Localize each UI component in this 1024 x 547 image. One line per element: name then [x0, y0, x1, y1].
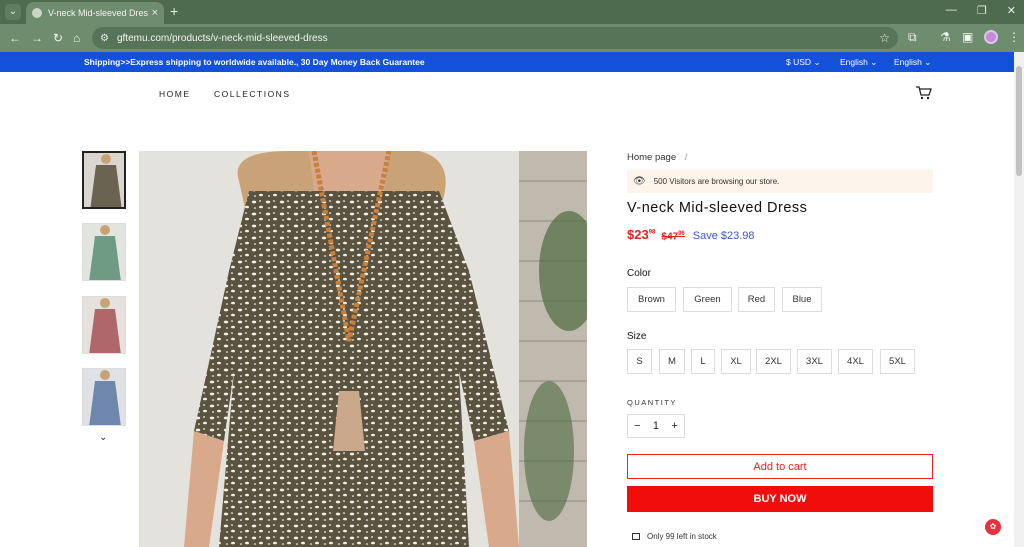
size-option-xl[interactable]: XL [721, 349, 751, 374]
language-selector-2[interactable]: English ⌄ [894, 57, 931, 68]
color-option-green[interactable]: Green [683, 287, 732, 312]
home-icon[interactable]: ⌂ [73, 31, 80, 45]
size-option-2xl[interactable]: 2XL [756, 349, 791, 374]
breadcrumb-separator: / [684, 152, 688, 163]
tab-title: V-neck Mid-sleeved Dress - gf [48, 8, 148, 18]
color-option-brown[interactable]: Brown [627, 287, 676, 312]
scrollbar-thumb[interactable] [1016, 66, 1022, 176]
breadcrumb: Home page / [627, 152, 687, 163]
product-title: V-neck Mid-sleeved Dress [627, 200, 808, 216]
size-option-s[interactable]: S [627, 349, 652, 374]
sale-price: $2398 [627, 227, 656, 242]
buy-now-button[interactable]: BUY NOW [627, 486, 933, 512]
breadcrumb-home[interactable]: Home page [627, 152, 676, 163]
extensions-icon[interactable]: ⧉ [908, 30, 917, 45]
tab-search-button[interactable]: ⌄ [5, 4, 21, 20]
new-tab-button[interactable]: + [170, 3, 178, 19]
product-thumbnail[interactable] [82, 151, 126, 209]
language-selector[interactable]: English ⌄ [840, 57, 877, 68]
size-option-l[interactable]: L [691, 349, 715, 374]
currency-selector[interactable]: $ USD ⌄ [786, 57, 821, 68]
stock-notice: Only 99 left in stock [632, 532, 717, 541]
site-info-icon[interactable]: ⚙ [100, 33, 109, 44]
profile-avatar[interactable] [984, 30, 998, 44]
lock-icon [632, 533, 640, 540]
compare-price: $4796 [661, 230, 685, 242]
browser-tab-strip: ⌄ V-neck Mid-sleeved Dress - gf × + — ❐ … [0, 0, 1024, 24]
browser-tab[interactable]: V-neck Mid-sleeved Dress - gf × [26, 2, 164, 24]
tab-favicon-icon [32, 8, 42, 18]
size-option-5xl[interactable]: 5XL [880, 349, 915, 374]
size-option-4xl[interactable]: 4XL [838, 349, 873, 374]
browser-menu-icon[interactable]: ⋮ [1008, 30, 1020, 44]
price-row: $2398 $4796 Save $23.98 [627, 227, 755, 242]
color-option-red[interactable]: Red [738, 287, 775, 312]
size-label: Size [627, 331, 647, 342]
stock-text: Only 99 left in stock [647, 532, 717, 541]
size-option-3xl[interactable]: 3XL [797, 349, 832, 374]
cart-icon[interactable] [916, 86, 932, 100]
visitors-text: 500 Visitors are browsing our store. [653, 177, 780, 186]
quantity-value[interactable]: 1 [653, 420, 659, 432]
color-label: Color [627, 268, 651, 279]
product-thumbnail[interactable] [82, 368, 126, 426]
tab-close-icon[interactable]: × [152, 7, 158, 19]
side-panel-icon[interactable]: ▣ [962, 30, 973, 44]
browser-toolbar: ← → ↻ ⌂ ⚙ gftemu.com/products/v-neck-mid… [0, 24, 1024, 52]
product-main-image[interactable] [139, 151, 587, 547]
visitors-notice: 👁 500 Visitors are browsing our store. [627, 170, 933, 193]
quantity-decrease-button[interactable]: − [634, 420, 640, 432]
size-option-m[interactable]: M [659, 349, 685, 374]
restore-icon[interactable]: ❐ [977, 4, 987, 17]
eye-icon: 👁 [633, 176, 646, 187]
bookmark-star-icon[interactable]: ☆ [879, 31, 890, 45]
floating-gift-icon[interactable]: ✿ [985, 519, 1001, 535]
labs-icon[interactable]: ⚗ [940, 30, 951, 44]
nav-home[interactable]: HOME [159, 89, 191, 99]
quantity-label: QUANTITY [627, 398, 677, 407]
back-icon[interactable]: ← [9, 31, 21, 45]
forward-icon[interactable]: → [31, 31, 43, 45]
quantity-increase-button[interactable]: + [671, 420, 677, 432]
window-controls: — ❐ ✕ [946, 4, 1016, 17]
thumbnails-next-icon[interactable]: ⌄ [99, 432, 107, 443]
minimize-icon[interactable]: — [946, 4, 957, 17]
close-window-icon[interactable]: ✕ [1007, 4, 1016, 17]
page-scrollbar[interactable] [1014, 52, 1024, 547]
quantity-stepper: − 1 + [627, 414, 685, 438]
color-option-blue[interactable]: Blue [782, 287, 822, 312]
product-thumbnail[interactable] [82, 296, 126, 354]
save-amount: Save $23.98 [692, 230, 755, 242]
product-thumbnail[interactable] [82, 223, 126, 281]
nav-collections[interactable]: COLLECTIONS [214, 89, 291, 99]
address-bar[interactable]: ⚙ gftemu.com/products/v-neck-mid-sleeved… [92, 27, 898, 49]
announcement-bar: Shipping>>Express shipping to worldwide … [0, 52, 1014, 72]
add-to-cart-button[interactable]: Add to cart [627, 454, 933, 479]
url-text: gftemu.com/products/v-neck-mid-sleeved-d… [116, 32, 328, 44]
reload-icon[interactable]: ↻ [53, 31, 63, 45]
announcement-text: Shipping>>Express shipping to worldwide … [84, 57, 425, 67]
